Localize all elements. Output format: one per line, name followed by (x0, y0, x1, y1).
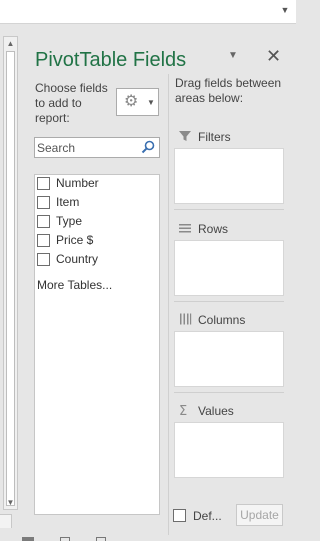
drag-fields-label: Drag fields between areas below: (175, 76, 282, 105)
pane-options-chevron-down-icon[interactable]: ▼ (227, 51, 239, 61)
defer-layout-update[interactable]: Def... (173, 508, 233, 524)
rows-drop-area[interactable] (174, 240, 284, 296)
field-label: Price $ (56, 233, 94, 247)
svg-text:Σ: Σ (179, 404, 187, 417)
defer-checkbox[interactable] (173, 509, 186, 522)
filters-drop-area[interactable] (174, 148, 284, 204)
columns-drop-area[interactable] (174, 331, 284, 387)
tools-button[interactable]: ⚙ ▼ (116, 88, 159, 116)
field-label: Number (56, 176, 99, 190)
field-checkbox[interactable] (37, 234, 50, 247)
field-checkbox[interactable] (37, 177, 50, 190)
columns-area-header: Columns (175, 311, 287, 329)
gear-icon: ⚙ (124, 93, 139, 110)
choose-fields-label: Choose fields to add to report: (35, 81, 108, 125)
pivottable-fields-pane: PivotTable Fields ▼ ✕ Choose fields to a… (24, 36, 296, 535)
rows-icon (179, 224, 191, 233)
sigma-icon: Σ (179, 404, 187, 417)
defer-label: Def... (193, 509, 222, 523)
filters-area-header: Filters (175, 128, 287, 146)
field-label: Country (56, 252, 99, 266)
field-item-country[interactable]: Country (35, 251, 159, 270)
close-icon[interactable]: ✕ (266, 47, 281, 65)
update-button[interactable]: Update (236, 504, 283, 526)
search-box[interactable] (34, 137, 160, 158)
chevron-down-icon[interactable]: ▼ (280, 5, 290, 15)
status-bar-strip (0, 535, 296, 541)
scroll-up-arrow-icon[interactable]: ▲ (4, 37, 17, 50)
field-checkbox[interactable] (37, 215, 50, 228)
field-list: Number Item Type Price $ Country More Ta… (34, 174, 160, 515)
pane-title: PivotTable Fields (35, 49, 187, 71)
filters-label: Filters (198, 130, 231, 144)
columns-label: Columns (198, 313, 246, 327)
formula-bar-strip: ▼ (0, 0, 296, 24)
filter-icon (179, 131, 191, 141)
sheet-corner (0, 514, 12, 528)
area-divider (174, 392, 284, 393)
values-drop-area[interactable] (174, 422, 284, 478)
more-tables-link[interactable]: More Tables... (37, 278, 112, 292)
area-divider (174, 301, 284, 302)
field-item-price[interactable]: Price $ (35, 232, 159, 251)
chevron-down-icon: ▼ (147, 98, 155, 107)
scroll-down-arrow-icon[interactable]: ▼ (4, 496, 17, 509)
pane-splitter[interactable] (168, 74, 169, 535)
field-label: Type (56, 214, 83, 228)
normal-view-icon[interactable] (22, 537, 34, 541)
columns-icon (180, 313, 192, 325)
field-item-item[interactable]: Item (35, 194, 159, 213)
field-checkbox[interactable] (37, 196, 50, 209)
rows-area-header: Rows (175, 220, 287, 238)
vertical-scrollbar[interactable]: ▲ ▼ (3, 36, 18, 510)
values-area-header: Σ Values (175, 402, 287, 420)
field-checkbox[interactable] (37, 253, 50, 266)
page-layout-view-icon[interactable] (60, 537, 70, 541)
search-icon[interactable] (141, 140, 155, 154)
field-item-type[interactable]: Type (35, 213, 159, 232)
field-item-number[interactable]: Number (35, 175, 159, 194)
search-input[interactable] (35, 138, 139, 157)
values-label: Values (198, 404, 234, 418)
area-divider (174, 209, 284, 210)
scrollbar-thumb[interactable] (6, 51, 15, 506)
rows-label: Rows (198, 222, 229, 236)
page-break-view-icon[interactable] (96, 537, 106, 541)
field-label: Item (56, 195, 80, 209)
